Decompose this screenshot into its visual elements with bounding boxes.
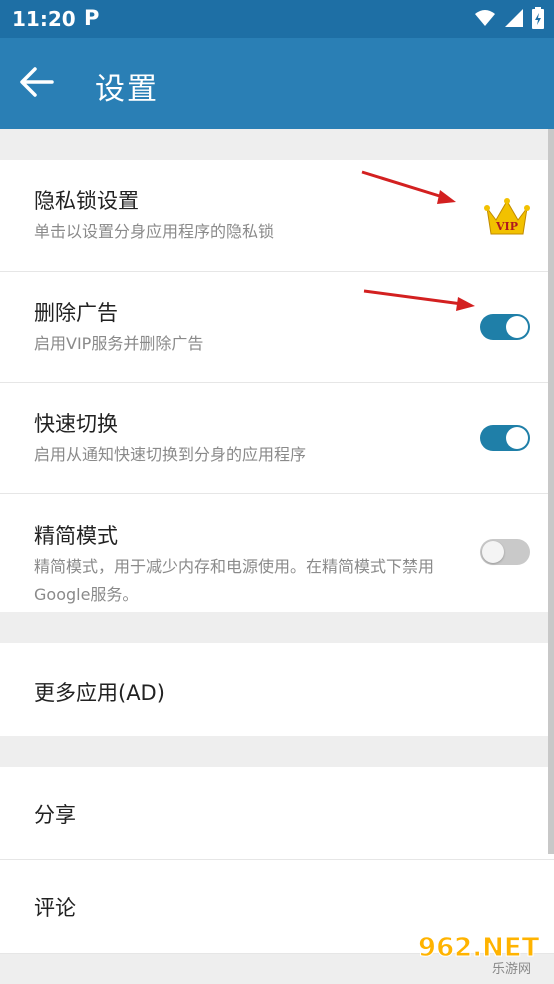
review-title: 评论 — [34, 896, 76, 920]
quick-switch-toggle[interactable] — [480, 425, 530, 451]
page-title: 设置 — [95, 72, 159, 107]
lite-mode-toggle[interactable] — [480, 539, 530, 565]
privacy-lock-subtitle: 单击以设置分身应用程序的隐私锁 — [34, 222, 275, 241]
signal-icon — [505, 9, 523, 27]
lite-mode-title: 精简模式 — [34, 524, 118, 548]
privacy-lock-title: 隐私锁设置 — [34, 189, 139, 213]
arrow-left-icon — [20, 67, 54, 97]
group-divider — [0, 129, 554, 160]
group-divider — [0, 612, 554, 643]
vip-crown-icon: VIP — [484, 198, 530, 238]
remove-ads-title: 删除广告 — [34, 301, 118, 325]
watermark-subtext: 乐游网 — [492, 962, 531, 976]
app-indicator-icon: P — [84, 6, 100, 30]
toggle-knob — [506, 427, 528, 449]
watermark-logo: 962.NET 乐游网 — [414, 928, 546, 980]
vip-badge-text: VIP — [495, 220, 518, 233]
toggle-knob — [482, 541, 504, 563]
more-apps-row[interactable]: 更多应用(AD) — [0, 643, 554, 736]
toggle-knob — [506, 316, 528, 338]
group-divider — [0, 736, 554, 767]
scrollbar[interactable] — [548, 129, 554, 854]
back-button[interactable] — [18, 64, 60, 100]
red-arrow-annotation — [361, 170, 456, 204]
quick-switch-title: 快速切换 — [34, 412, 118, 436]
status-time: 11:20 — [12, 7, 76, 31]
watermark-text: 962.NET — [418, 933, 540, 963]
privacy-lock-row[interactable]: 隐私锁设置 单击以设置分身应用程序的隐私锁 VIP — [0, 160, 554, 272]
share-title: 分享 — [34, 803, 76, 827]
remove-ads-subtitle: 启用VIP服务并删除广告 — [34, 334, 204, 353]
red-arrow-annotation — [363, 289, 475, 311]
quick-switch-row[interactable]: 快速切换 启用从通知快速切换到分身的应用程序 — [0, 383, 554, 494]
lite-mode-subtitle: 精简模式，用于减少内存和电源使用。在精简模式下禁用Google服务。 — [34, 557, 435, 604]
share-row[interactable]: 分享 — [0, 767, 554, 860]
more-apps-title: 更多应用(AD) — [34, 681, 165, 705]
app-bar: 设置 — [0, 38, 554, 129]
status-bar: 11:20 P — [0, 0, 554, 38]
wifi-icon — [475, 10, 495, 26]
lite-mode-row[interactable]: 精简模式 精简模式，用于减少内存和电源使用。在精简模式下禁用Google服务。 — [0, 494, 554, 612]
settings-list: 隐私锁设置 单击以设置分身应用程序的隐私锁 VIP 删除广告 启用VIP服务并删… — [0, 129, 554, 984]
quick-switch-subtitle: 启用从通知快速切换到分身的应用程序 — [34, 445, 307, 464]
battery-icon — [532, 7, 544, 29]
remove-ads-toggle[interactable] — [480, 314, 530, 340]
status-icons — [474, 7, 544, 29]
remove-ads-row[interactable]: 删除广告 启用VIP服务并删除广告 — [0, 272, 554, 383]
